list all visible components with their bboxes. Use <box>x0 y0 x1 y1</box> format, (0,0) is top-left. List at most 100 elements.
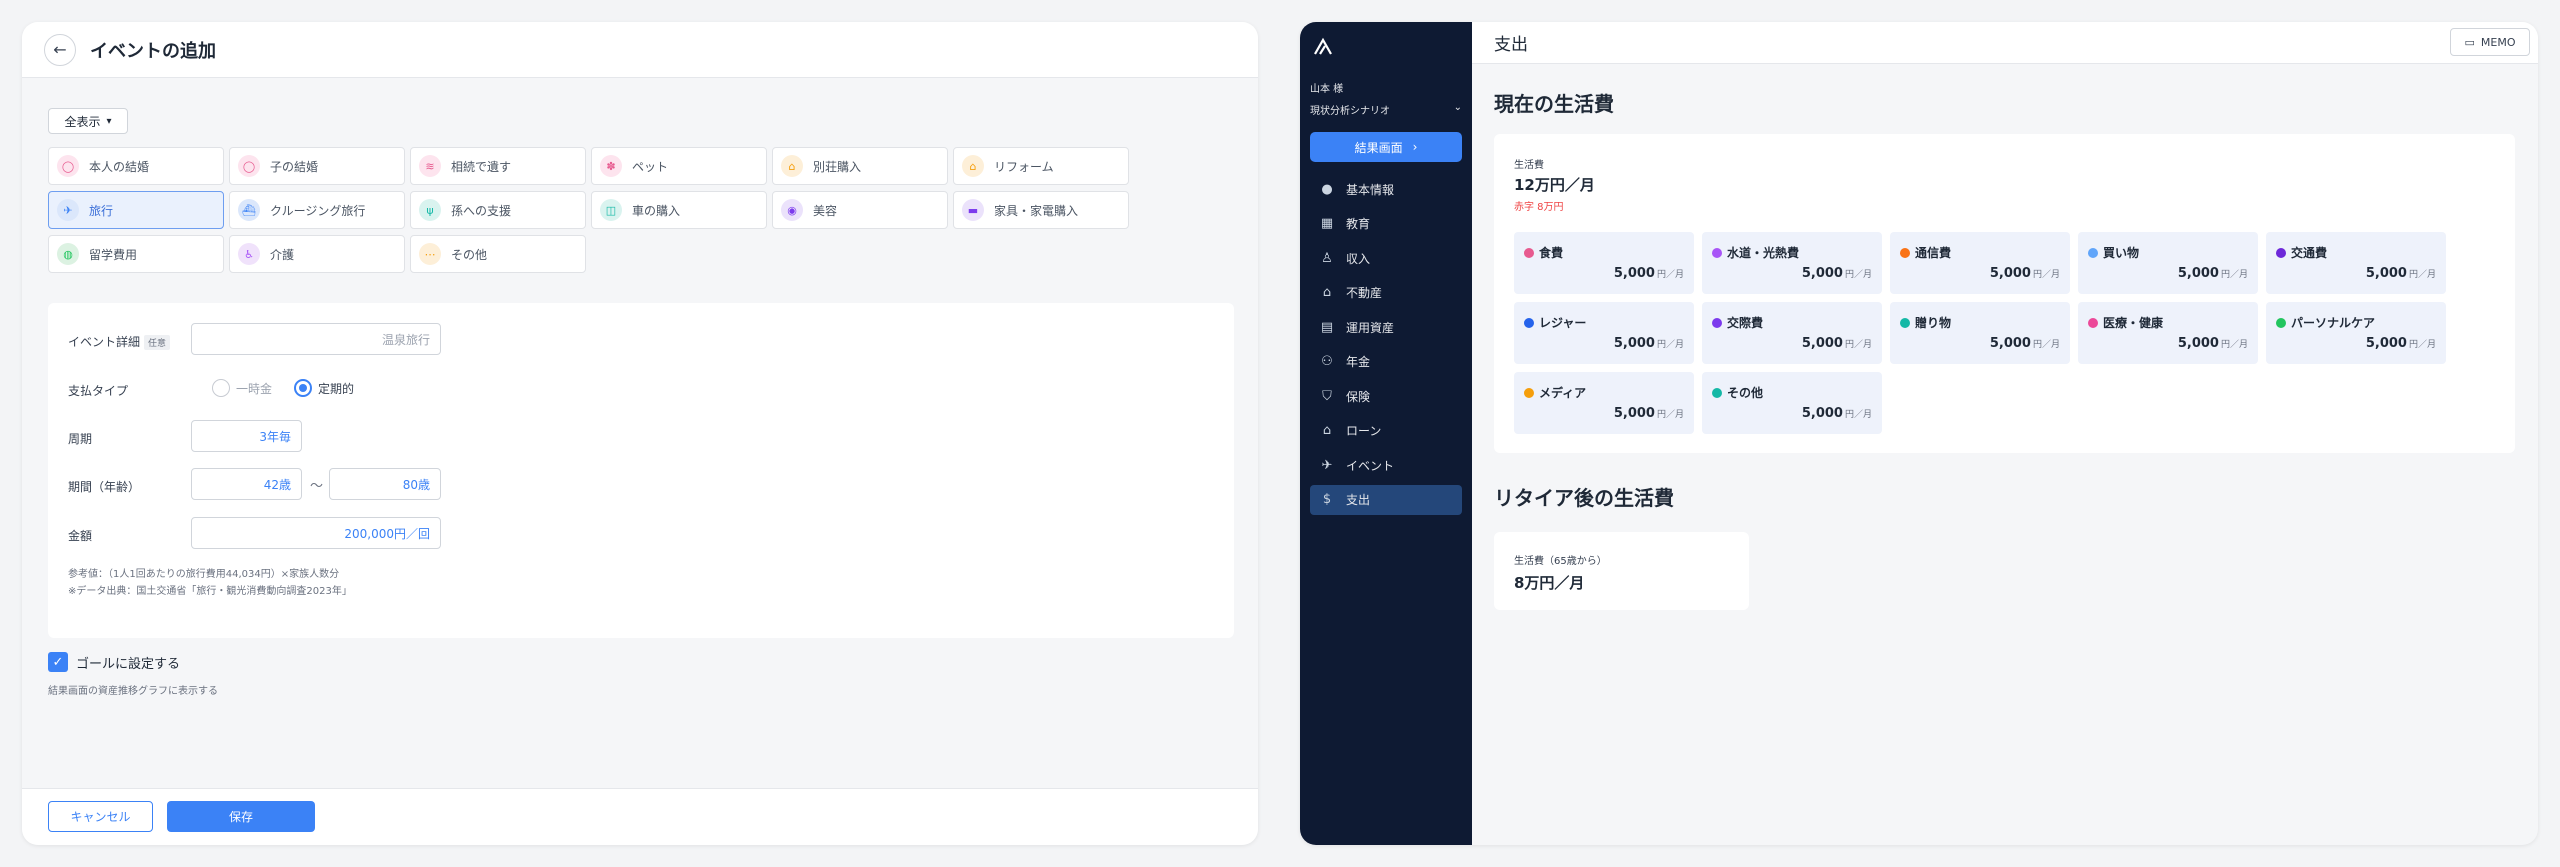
sidebar-item[interactable]: ⛉ 保険 <box>1310 381 1462 411</box>
event-category-card[interactable]: ◫ 車の購入 <box>591 191 767 229</box>
sidebar-item[interactable]: ♙ 収入 <box>1310 243 1462 273</box>
event-category-card[interactable]: ♿ 介護 <box>229 235 405 273</box>
sidebar-item[interactable]: $ 支出 <box>1310 484 1462 515</box>
expense-card[interactable]: パーソナルケア 5,000 円／月 <box>2266 302 2446 364</box>
optional-tag: 任意 <box>144 335 171 350</box>
event-category-card[interactable]: ⌂ 別荘購入 <box>772 147 948 185</box>
event-category-label: 旅行 <box>89 203 114 218</box>
expense-name-text: 交通費 <box>2291 246 2328 260</box>
sidebar-item[interactable]: ⌂ ローン <box>1310 416 1462 446</box>
sidebar-item[interactable]: ▦ 教育 <box>1310 209 1462 239</box>
event-category-label: 別荘購入 <box>813 159 862 174</box>
cycle-label: 周期 <box>68 432 93 446</box>
event-category-card[interactable]: ◍ 留学費用 <box>48 235 224 273</box>
expense-amount-value: 5,000 <box>2177 336 2219 351</box>
category-dot-icon <box>1900 247 1910 258</box>
event-category-card[interactable]: ◉ 美容 <box>772 191 948 229</box>
expense-name: 交際費 <box>1712 314 1763 331</box>
expense-name: メディア <box>1524 384 1586 401</box>
period-to-input[interactable]: 80歳 <box>329 468 441 500</box>
expense-app-panel: 山本 様 現状分析シナリオ ⌄ 結果画面 › ● 基本情報 ▦ 教育 ♙ 収入 ⌂ 不動産 ▤ 運… <box>1300 22 2538 845</box>
event-category-card[interactable]: ▬ 家具・家電購入 <box>953 191 1129 229</box>
expense-card[interactable]: レジャー 5,000 円／月 <box>1514 302 1694 364</box>
expense-name: その他 <box>1712 384 1763 401</box>
user-name: 山本 様 <box>1310 84 1344 95</box>
amount-label: 金額 <box>68 529 93 543</box>
expense-card[interactable]: 食費 5,000 円／月 <box>1514 232 1694 294</box>
sidebar-item[interactable]: ⚇ 年金 <box>1310 347 1462 377</box>
expense-card[interactable]: 医療・健康 5,000 円／月 <box>2078 302 2258 364</box>
category-dot-icon <box>1712 317 1722 328</box>
sidebar-item-label: 年金 <box>1346 355 1371 369</box>
sidebar-item[interactable]: ⌂ 不動産 <box>1310 278 1462 308</box>
cycle-input[interactable]: 3年毎 <box>191 420 302 452</box>
event-category-card[interactable]: ψ 孫への支援 <box>410 191 586 229</box>
expense-name-text: メディア <box>1539 386 1587 400</box>
event-category-label: リフォーム <box>994 159 1054 174</box>
sidebar-item-label: 支出 <box>1346 493 1371 507</box>
expense-card[interactable]: 交際費 5,000 円／月 <box>1702 302 1882 364</box>
radio-lump-sum[interactable] <box>212 379 230 397</box>
expense-name: 買い物 <box>2088 244 2139 261</box>
event-category-label: 子の結婚 <box>270 159 319 174</box>
event-category-label: 本人の結婚 <box>89 159 150 174</box>
result-screen-button[interactable]: 結果画面 › <box>1310 132 1462 162</box>
event-category-card[interactable]: ⌂ リフォーム <box>953 147 1129 185</box>
add-event-header: ← イベントの追加 <box>22 22 1258 78</box>
chevron-down-icon: ⌄ <box>1453 102 1462 113</box>
sidebar-item[interactable]: ✈ イベント <box>1310 450 1462 480</box>
event-detail-form: イベント詳細 任意 温泉旅行 支払タイプ 一時金 定期的 周期 3年毎 期間（年齢… <box>48 303 1234 638</box>
memo-button[interactable]: ▭ MEMO <box>2450 28 2530 56</box>
event-category-card[interactable]: ✽ ペット <box>591 147 767 185</box>
expense-card[interactable]: 贈り物 5,000 円／月 <box>1890 302 2070 364</box>
expense-name: 交通費 <box>2276 244 2327 261</box>
payment-option-periodic[interactable]: 定期的 <box>294 379 354 397</box>
event-category-card[interactable]: ≋ 相続で遺す <box>410 147 586 185</box>
event-category-label: ペット <box>632 159 669 174</box>
scenario-label: 現状分析シナリオ <box>1310 106 1390 117</box>
page-title: イベントの追加 <box>90 40 216 62</box>
sidebar-item[interactable]: ● 基本情報 <box>1310 174 1462 204</box>
expense-name: パーソナルケア <box>2276 314 2375 331</box>
pension-icon: ⚇ <box>1321 354 1333 369</box>
expense-amount-unit: 円／月 <box>2032 270 2060 280</box>
set-goal-label: ゴールに設定する <box>76 656 181 672</box>
event-category-card[interactable]: ✈ 旅行 <box>48 191 224 229</box>
scenario-select[interactable]: 現状分析シナリオ ⌄ <box>1310 102 1462 117</box>
memo-icon: ▭ <box>2464 35 2475 49</box>
event-category-card[interactable]: ⛴ クルージング旅行 <box>229 191 405 229</box>
living-cost-value: 12万円／月 <box>1514 176 1595 194</box>
cancel-button[interactable]: キャンセル <box>48 801 153 832</box>
checkmark-icon[interactable]: ✓ <box>48 652 68 672</box>
event-category-card[interactable]: ⋯ その他 <box>410 235 586 273</box>
expense-amount-value: 5,000 <box>1989 266 2031 281</box>
expense-name-text: 医療・健康 <box>2103 316 2164 330</box>
expense-card[interactable]: 通信費 5,000 円／月 <box>1890 232 2070 294</box>
event-category-card[interactable]: ◯ 子の結婚 <box>229 147 405 185</box>
category-filter-select[interactable]: 全表示 ▾ <box>48 108 128 134</box>
save-button[interactable]: 保存 <box>167 801 315 832</box>
expense-card[interactable]: 交通費 5,000 円／月 <box>2266 232 2446 294</box>
expense-card[interactable]: 買い物 5,000 円／月 <box>2078 232 2258 294</box>
expense-amount: 5,000 円／月 <box>1802 336 1872 351</box>
payment-option-lump-sum[interactable]: 一時金 <box>212 379 272 397</box>
money-icon: ≋ <box>419 155 441 177</box>
expense-name: 水道・光熱費 <box>1712 244 1799 261</box>
expense-card[interactable]: メディア 5,000 円／月 <box>1514 372 1694 434</box>
expense-card[interactable]: その他 5,000 円／月 <box>1702 372 1882 434</box>
expense-amount-unit: 円／月 <box>2408 270 2436 280</box>
expense-card[interactable]: 水道・光熱費 5,000 円／月 <box>1702 232 1882 294</box>
period-from-input[interactable]: 42歳 <box>191 468 302 500</box>
back-button[interactable]: ← <box>44 33 76 66</box>
radio-periodic[interactable] <box>294 379 312 397</box>
expense-amount: 5,000 円／月 <box>2178 336 2248 351</box>
event-detail-input[interactable]: 温泉旅行 <box>191 323 441 355</box>
event-category-card[interactable]: ◯ 本人の結婚 <box>48 147 224 185</box>
sidebar-item[interactable]: ▤ 運用資産 <box>1310 312 1462 342</box>
payment-option-periodic-label: 定期的 <box>318 381 355 396</box>
amount-input[interactable]: 200,000円／回 <box>191 517 441 549</box>
chevron-right-icon: › <box>1412 140 1418 154</box>
set-goal-checkbox[interactable]: ✓ ゴールに設定する <box>48 652 180 672</box>
expense-name-text: 買い物 <box>2103 246 2140 260</box>
retirement-living-cost-card[interactable]: 生活費（65歳から） 8万円／月 <box>1494 532 1749 610</box>
